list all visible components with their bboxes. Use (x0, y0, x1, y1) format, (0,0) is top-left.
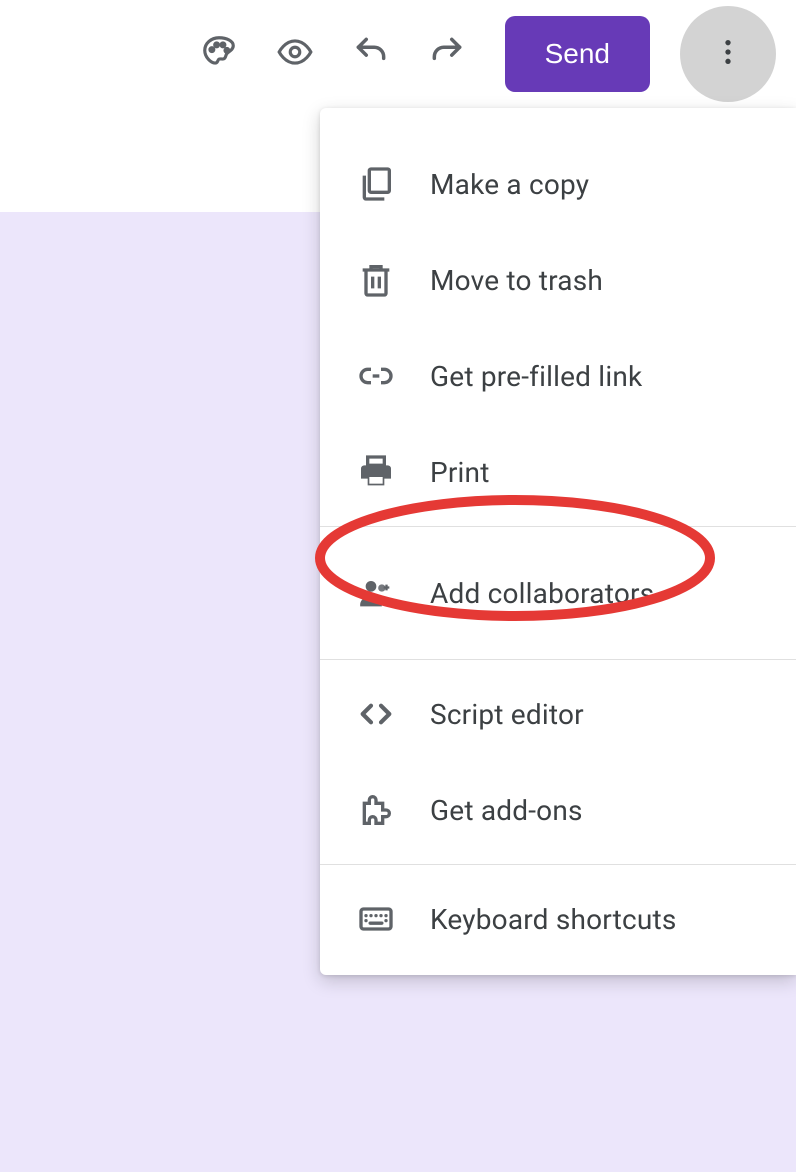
toolbar: Send (0, 0, 796, 108)
trash-icon (354, 258, 398, 302)
more-vertical-icon (712, 36, 744, 72)
menu-item-label: Get pre-filled link (430, 360, 642, 393)
menu-item-label: Make a copy (430, 168, 589, 201)
menu-item-label: Keyboard shortcuts (430, 903, 677, 936)
menu-item-label: Move to trash (430, 264, 603, 297)
menu-item-label: Script editor (430, 698, 584, 731)
redo-icon (428, 33, 466, 75)
link-icon (354, 354, 398, 398)
menu-item-make-a-copy[interactable]: Make a copy (320, 136, 796, 232)
palette-icon (200, 33, 238, 75)
menu-item-get-pre-filled-link[interactable]: Get pre-filled link (320, 328, 796, 424)
menu-divider (320, 526, 796, 527)
menu-item-script-editor[interactable]: Script editor (320, 666, 796, 762)
menu-item-print[interactable]: Print (320, 424, 796, 520)
undo-icon (352, 33, 390, 75)
menu-divider (320, 864, 796, 865)
menu-item-label: Get add-ons (430, 794, 583, 827)
preview-button[interactable] (267, 26, 323, 82)
menu-item-add-collaborators[interactable]: Add collaborators (320, 533, 796, 653)
eye-icon (276, 33, 314, 75)
more-options-button[interactable] (680, 6, 776, 102)
person-add-icon (354, 571, 398, 615)
menu-item-label: Print (430, 456, 490, 489)
more-options-menu: Make a copy Move to trash Get pre-filled… (320, 108, 796, 975)
print-icon (354, 450, 398, 494)
puzzle-icon (354, 788, 398, 832)
undo-button[interactable] (343, 26, 399, 82)
customize-theme-button[interactable] (191, 26, 247, 82)
menu-item-move-to-trash[interactable]: Move to trash (320, 232, 796, 328)
menu-item-get-add-ons[interactable]: Get add-ons (320, 762, 796, 858)
keyboard-icon (354, 897, 398, 941)
send-button[interactable]: Send (505, 16, 650, 92)
redo-button[interactable] (419, 26, 475, 82)
menu-item-label: Add collaborators (430, 577, 654, 610)
copy-icon (354, 162, 398, 206)
menu-item-keyboard-shortcuts[interactable]: Keyboard shortcuts (320, 871, 796, 967)
menu-divider (320, 659, 796, 660)
code-icon (354, 692, 398, 736)
